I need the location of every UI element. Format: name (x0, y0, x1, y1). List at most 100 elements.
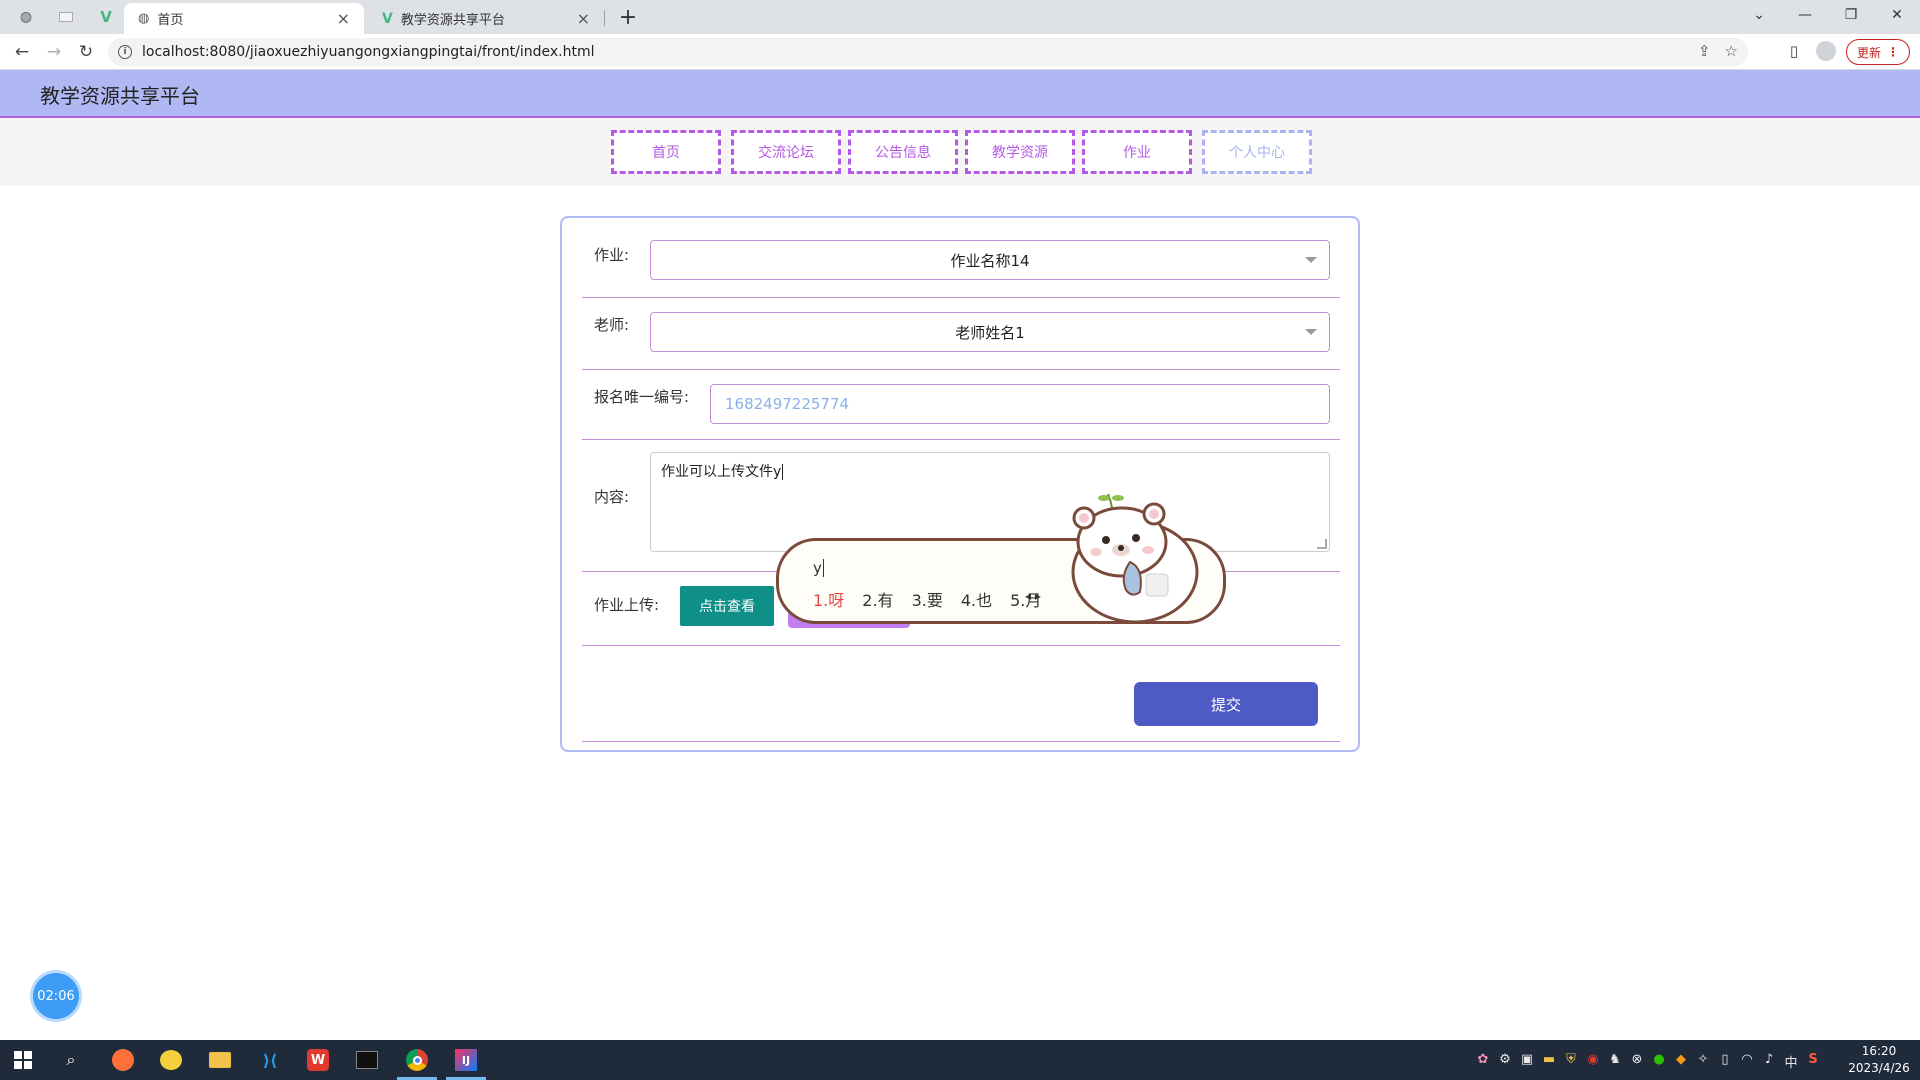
tray-sogou-icon[interactable]: S (1806, 1052, 1820, 1071)
pinned-tab-vue[interactable]: V (92, 6, 120, 28)
new-tab-button[interactable]: + (614, 3, 642, 31)
tab-title: 教学资源共享平台 (400, 13, 505, 28)
chevron-down-icon (1305, 329, 1317, 335)
taskbar-clock[interactable]: 16:20 2023/4/26 (1846, 1043, 1912, 1077)
vue-icon: V (100, 8, 112, 26)
content-text: 作业可以上传文件y (661, 464, 782, 480)
intellij-icon[interactable]: IJ (453, 1048, 479, 1072)
nav-home[interactable]: 首页 (611, 130, 721, 174)
homework-label: 作业: (594, 246, 630, 264)
system-tray: ✿ ⚙ ▣ ▬ ⛨ ◉ ♞ ⊗ ● ◆ ✧ ▯ ◠ ♪ 中 S (1476, 1052, 1820, 1071)
taskbar: ⌕ ⟩⟨ W IJ ✿ ⚙ ▣ ▬ ⛨ ◉ ♞ ⊗ ● ◆ ✧ ▯ ◠ ♪ 中 … (0, 1040, 1920, 1080)
regno-label: 报名唯一编号: (594, 388, 690, 406)
ime-composition: y (813, 559, 824, 577)
form-row-regno: 报名唯一编号: 1682497225774 (582, 370, 1340, 440)
resize-handle-icon[interactable] (1317, 539, 1327, 549)
firefox-icon[interactable] (110, 1048, 136, 1072)
blank-page-icon (59, 12, 73, 22)
text-caret (782, 464, 784, 480)
ime-skin-bear-icon (1071, 493, 1199, 624)
tray-folder-icon[interactable]: ▬ (1542, 1052, 1556, 1071)
back-arrow-icon[interactable]: ← (10, 40, 34, 64)
update-button[interactable]: 更新 ⋮ (1846, 39, 1910, 65)
tab-search-icon[interactable]: ⌄ (1736, 0, 1782, 30)
tab-home[interactable]: ◍ 首页 × (124, 3, 364, 34)
terminal-icon[interactable] (354, 1048, 380, 1072)
tab-separator (604, 10, 605, 26)
floating-timer[interactable]: 02:06 (33, 973, 79, 1019)
update-label: 更新 (1856, 45, 1881, 60)
site-header: 教学资源共享平台 (0, 70, 1920, 118)
ime-page-arrows-icon[interactable]: ◂ ▸ (1025, 589, 1041, 603)
view-file-button[interactable]: 点击查看 (680, 586, 774, 626)
content-textarea[interactable]: 作业可以上传文件y (650, 452, 1330, 552)
ime-candidate[interactable]: 1.呀 (813, 587, 844, 611)
chick-app-icon[interactable] (158, 1048, 184, 1072)
submit-button[interactable]: 提交 (1134, 682, 1318, 726)
tray-volume-icon[interactable]: ♪ (1762, 1052, 1776, 1071)
tray-wifi-icon[interactable]: ◠ (1740, 1052, 1754, 1071)
share-icon[interactable]: ⇪ (1698, 42, 1711, 60)
main-nav: 首页 交流论坛 公告信息 教学资源 作业 个人中心 (0, 118, 1920, 186)
tray-app-icon[interactable]: ◉ (1586, 1052, 1600, 1071)
reload-icon[interactable]: ↻ (74, 40, 98, 64)
clock-time: 16:20 (1861, 1044, 1897, 1058)
chevron-down-icon (1305, 257, 1317, 263)
more-menu-icon: ⋮ (1887, 45, 1899, 59)
url-text: localhost:8080/jiaoxuezhiyuangongxiangpi… (142, 44, 595, 60)
homework-select[interactable]: 作业名称14 (650, 240, 1330, 280)
clock-date: 2023/4/26 (1848, 1061, 1910, 1075)
restore-icon[interactable]: ❐ (1828, 0, 1874, 30)
wps-icon[interactable]: W (305, 1048, 331, 1072)
pinned-tab-globe[interactable]: ◍ (12, 6, 40, 28)
teacher-select[interactable]: 老师姓名1 (650, 312, 1330, 352)
tray-app-icon[interactable]: ⊗ (1630, 1052, 1644, 1071)
tray-app-icon[interactable]: ▣ (1520, 1052, 1534, 1071)
tab-platform[interactable]: V 教学资源共享平台 × (368, 3, 604, 34)
homework-form: 作业: 作业名称14 老师: 老师姓名1 报名唯一编号: 16824972257… (560, 216, 1360, 752)
tray-ime-mode[interactable]: 中 (1784, 1052, 1798, 1071)
nav-resources[interactable]: 教学资源 (965, 130, 1075, 174)
chrome-icon[interactable] (404, 1048, 430, 1072)
close-icon[interactable]: × (577, 9, 590, 28)
windows-start-icon[interactable] (10, 1048, 36, 1072)
tray-wechat-icon[interactable]: ● (1652, 1052, 1666, 1071)
pinned-tab-blank[interactable] (52, 6, 80, 28)
homework-select-value: 作业名称14 (950, 251, 1030, 270)
site-info-icon[interactable]: i (118, 45, 132, 59)
form-row-teacher: 老师: 老师姓名1 (582, 298, 1340, 370)
teacher-label: 老师: (594, 316, 630, 334)
nav-forum[interactable]: 交流论坛 (731, 130, 841, 174)
search-icon[interactable]: ⌕ (58, 1048, 84, 1072)
profile-avatar-icon[interactable] (1814, 39, 1838, 63)
ime-candidate[interactable]: 4.也 (961, 587, 992, 611)
tray-app-icon[interactable]: ⚙ (1498, 1052, 1512, 1071)
ime-candidate[interactable]: 3.要 (912, 587, 943, 611)
side-panel-icon[interactable]: ▯ (1782, 39, 1806, 63)
close-icon[interactable]: × (337, 9, 350, 28)
tab-title: 首页 (157, 13, 184, 28)
nav-notices[interactable]: 公告信息 (848, 130, 958, 174)
bookmark-star-icon[interactable]: ☆ (1725, 42, 1738, 60)
vscode-icon[interactable]: ⟩⟨ (257, 1048, 283, 1072)
tray-app-icon[interactable]: ◆ (1674, 1052, 1688, 1071)
tray-shield-icon[interactable]: ⛨ (1564, 1052, 1578, 1071)
nav-homework[interactable]: 作业 (1082, 130, 1192, 174)
address-bar[interactable]: i localhost:8080/jiaoxuezhiyuangongxiang… (108, 38, 1748, 66)
globe-icon: ◍ (19, 9, 33, 25)
browser-toolbar: ← → ↻ i localhost:8080/jiaoxuezhiyuangon… (0, 34, 1920, 70)
regno-input-value: 1682497225774 (725, 395, 850, 413)
tray-app-icon[interactable]: ✿ (1476, 1052, 1490, 1071)
window-close-icon[interactable]: ✕ (1874, 0, 1920, 30)
forward-arrow-icon[interactable]: → (42, 40, 66, 64)
minimize-icon[interactable]: — (1782, 0, 1828, 30)
nav-personal-center[interactable]: 个人中心 (1202, 130, 1312, 174)
tray-app-icon[interactable]: ✧ (1696, 1052, 1710, 1071)
content-label: 内容: (594, 488, 630, 506)
tray-app-icon[interactable]: ♞ (1608, 1052, 1622, 1071)
regno-input[interactable]: 1682497225774 (710, 384, 1330, 424)
file-explorer-icon[interactable] (207, 1048, 233, 1072)
tray-battery-icon[interactable]: ▯ (1718, 1052, 1732, 1071)
ime-candidate[interactable]: 2.有 (862, 587, 893, 611)
browser-tabstrip: ◍ V ◍ 首页 × V 教学资源共享平台 × + ⌄ — ❐ ✕ (0, 0, 1920, 34)
